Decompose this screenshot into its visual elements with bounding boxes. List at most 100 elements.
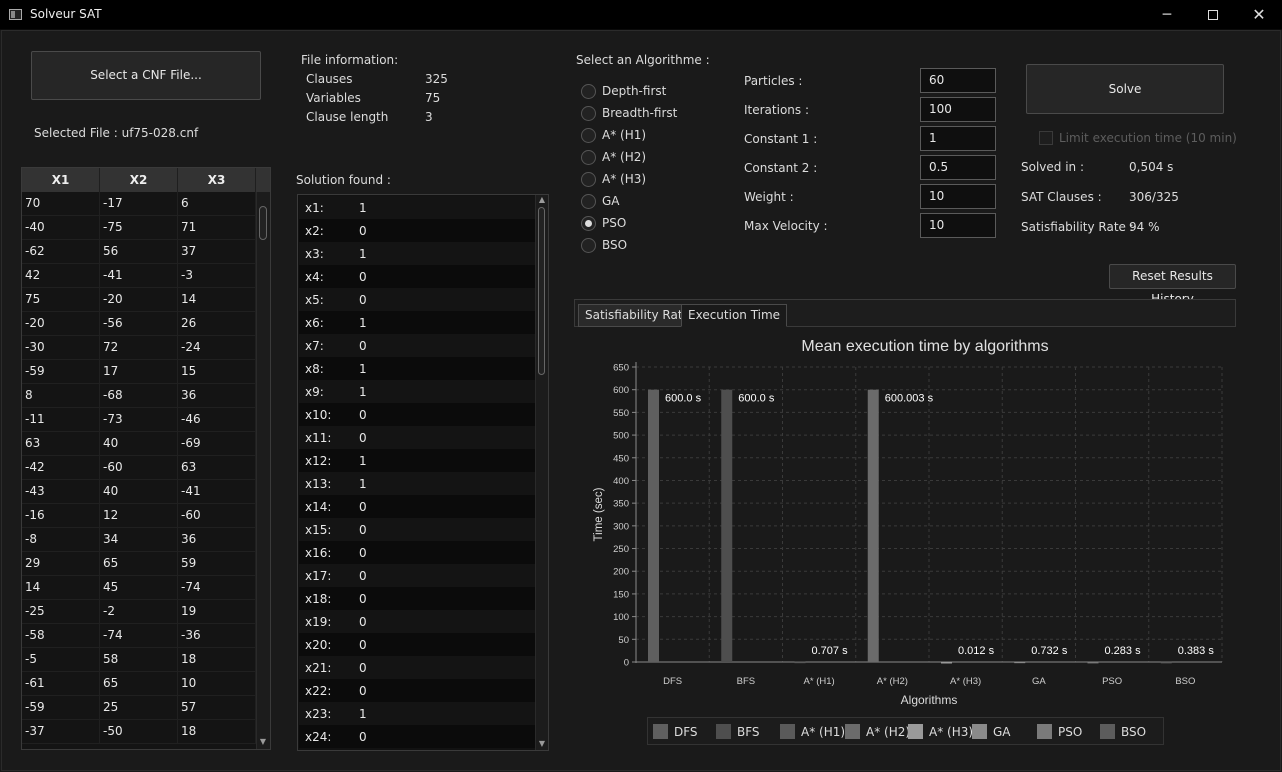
solution-item[interactable]: x5: 0 bbox=[299, 288, 535, 311]
solution-item[interactable]: x7: 0 bbox=[299, 334, 535, 357]
solution-item[interactable]: x6: 1 bbox=[299, 311, 535, 334]
table-row[interactable]: -61 65 10 bbox=[22, 672, 256, 696]
table-row[interactable]: -30 72 -24 bbox=[22, 336, 256, 360]
table-row[interactable]: 42 -41 -3 bbox=[22, 264, 256, 288]
param-input[interactable]: 1 bbox=[920, 126, 996, 151]
table-row[interactable]: -58 -74 -36 bbox=[22, 624, 256, 648]
algorithm-radio-depth-first[interactable] bbox=[581, 84, 596, 99]
solution-item[interactable]: x24: 0 bbox=[299, 725, 535, 748]
table-scrollbar-thumb[interactable] bbox=[259, 206, 267, 240]
param-input[interactable]: 10 bbox=[920, 184, 996, 209]
column-header-x1[interactable]: X1 bbox=[22, 168, 100, 192]
table-row[interactable]: -37 -50 18 bbox=[22, 720, 256, 744]
clauses-table[interactable]: X1 X2 X3 70 -17 6 -40 -75 71 -62 56 37 42 -41 -3 75-… bbox=[21, 167, 271, 750]
solution-item[interactable]: x23: 1 bbox=[299, 702, 535, 725]
table-row[interactable]: -40 -75 71 bbox=[22, 216, 256, 240]
table-row[interactable]: 14 45 -74 bbox=[22, 576, 256, 600]
scroll-down-arrow-icon[interactable]: ▼ bbox=[536, 739, 548, 748]
file-info-title: File information: bbox=[301, 53, 399, 67]
limit-time-checkbox[interactable] bbox=[1039, 131, 1053, 145]
algorithm-radio-pso[interactable] bbox=[581, 216, 596, 231]
solution-item[interactable]: x19: 0 bbox=[299, 610, 535, 633]
solve-button[interactable]: Solve bbox=[1026, 64, 1224, 114]
param-input[interactable]: 100 bbox=[920, 97, 996, 122]
table-row[interactable]: -42 -60 63 bbox=[22, 456, 256, 480]
param-input[interactable]: 10 bbox=[920, 213, 996, 238]
solution-item[interactable]: x12: 1 bbox=[299, 449, 535, 472]
solution-item[interactable]: x21: 0 bbox=[299, 656, 535, 679]
select-cnf-file-button[interactable]: Select a CNF File... bbox=[31, 51, 261, 100]
table-row[interactable]: -59 25 57 bbox=[22, 696, 256, 720]
solution-item[interactable]: x14: 0 bbox=[299, 495, 535, 518]
table-row[interactable]: 70 -17 6 bbox=[22, 192, 256, 216]
table-row[interactable]: -20 -56 26 bbox=[22, 312, 256, 336]
param-input[interactable]: 0.5 bbox=[920, 155, 996, 180]
solution-item[interactable]: x13: 1 bbox=[299, 472, 535, 495]
algorithm-option-label[interactable]: A* (H2) bbox=[602, 150, 646, 164]
table-row[interactable]: -8 34 36 bbox=[22, 528, 256, 552]
column-header-x2[interactable]: X2 bbox=[100, 168, 178, 192]
scroll-up-arrow-icon[interactable]: ▲ bbox=[536, 195, 548, 204]
solution-item[interactable]: x9: 1 bbox=[299, 380, 535, 403]
algorithm-radio-ga[interactable] bbox=[581, 194, 596, 209]
solution-value: 1 bbox=[359, 454, 367, 468]
algorithm-radio-breadth-first[interactable] bbox=[581, 106, 596, 121]
solution-variable: x14: bbox=[305, 500, 332, 514]
solution-item[interactable]: x17: 0 bbox=[299, 564, 535, 587]
table-row[interactable]: 75 -20 14 bbox=[22, 288, 256, 312]
table-row[interactable]: -11 -73 -46 bbox=[22, 408, 256, 432]
algorithm-option-label[interactable]: PSO bbox=[602, 216, 626, 230]
reset-results-button[interactable]: Reset Results History bbox=[1109, 264, 1236, 306]
algorithm-radio-bso[interactable] bbox=[581, 238, 596, 253]
table-row[interactable]: -62 56 37 bbox=[22, 240, 256, 264]
table-cell: 36 bbox=[178, 528, 256, 551]
algorithm-radio-a-h3[interactable] bbox=[581, 172, 596, 187]
table-scrollbar[interactable]: ▼ bbox=[256, 192, 270, 749]
table-row[interactable]: -5 58 18 bbox=[22, 648, 256, 672]
table-row[interactable]: -16 12 -60 bbox=[22, 504, 256, 528]
legend-label: BSO bbox=[1121, 725, 1147, 739]
table-row[interactable]: -25 -2 19 bbox=[22, 600, 256, 624]
algorithm-option-label[interactable]: Breadth-first bbox=[602, 106, 677, 120]
table-row[interactable]: 8 -68 36 bbox=[22, 384, 256, 408]
minimize-button[interactable]: ─ bbox=[1144, 0, 1190, 30]
param-label: Weight : bbox=[744, 190, 794, 204]
solution-item[interactable]: x1: 1 bbox=[299, 196, 535, 219]
solution-item[interactable]: x16: 0 bbox=[299, 541, 535, 564]
legend-swatch bbox=[1037, 724, 1052, 739]
solution-item[interactable]: x8: 1 bbox=[299, 357, 535, 380]
close-button[interactable]: ✕ bbox=[1236, 0, 1282, 30]
table-row[interactable]: 63 40 -69 bbox=[22, 432, 256, 456]
algorithm-option-label[interactable]: BSO bbox=[602, 238, 627, 252]
param-input[interactable]: 60 bbox=[920, 68, 996, 93]
algorithm-option-label[interactable]: GA bbox=[602, 194, 620, 208]
scroll-down-arrow-icon[interactable]: ▼ bbox=[257, 737, 269, 746]
y-tick-label: 250 bbox=[613, 544, 629, 555]
table-row[interactable]: -59 17 15 bbox=[22, 360, 256, 384]
solution-item[interactable]: x22: 0 bbox=[299, 679, 535, 702]
tab-execution-time[interactable]: Execution Time bbox=[681, 304, 788, 327]
column-header-x3[interactable]: X3 bbox=[178, 168, 256, 192]
table-row[interactable]: 29 65 59 bbox=[22, 552, 256, 576]
solution-item[interactable]: x10: 0 bbox=[299, 403, 535, 426]
solution-item[interactable]: x4: 0 bbox=[299, 265, 535, 288]
solution-item[interactable]: x20: 0 bbox=[299, 633, 535, 656]
maximize-button[interactable] bbox=[1190, 0, 1236, 30]
solution-list[interactable]: x1: 1 x2: 0 x3: 1 x4: 0 x5: 0 x6: 1 x7: 0 x8: 1 x9: 1 x10:… bbox=[297, 194, 549, 751]
algorithm-option-label[interactable]: A* (H3) bbox=[602, 172, 646, 186]
solution-item[interactable]: x15: 0 bbox=[299, 518, 535, 541]
solution-scrollbar-thumb[interactable] bbox=[538, 207, 545, 375]
algorithm-radio-a-h2[interactable] bbox=[581, 150, 596, 165]
solution-item[interactable]: x18: 0 bbox=[299, 587, 535, 610]
legend-label: BFS bbox=[737, 725, 760, 739]
algorithm-radio-a-h1[interactable] bbox=[581, 128, 596, 143]
algorithm-option-label[interactable]: A* (H1) bbox=[602, 128, 646, 142]
solution-item[interactable]: x2: 0 bbox=[299, 219, 535, 242]
algorithm-option-label[interactable]: Depth-first bbox=[602, 84, 666, 98]
info-label-variables: Variables bbox=[306, 91, 361, 105]
tab-satisfiability-rate[interactable]: Satisfiability Rate bbox=[578, 304, 697, 327]
table-row[interactable]: -43 40 -41 bbox=[22, 480, 256, 504]
solution-item[interactable]: x11: 0 bbox=[299, 426, 535, 449]
solution-scrollbar[interactable]: ▲ ▼ bbox=[535, 195, 548, 750]
solution-item[interactable]: x3: 1 bbox=[299, 242, 535, 265]
